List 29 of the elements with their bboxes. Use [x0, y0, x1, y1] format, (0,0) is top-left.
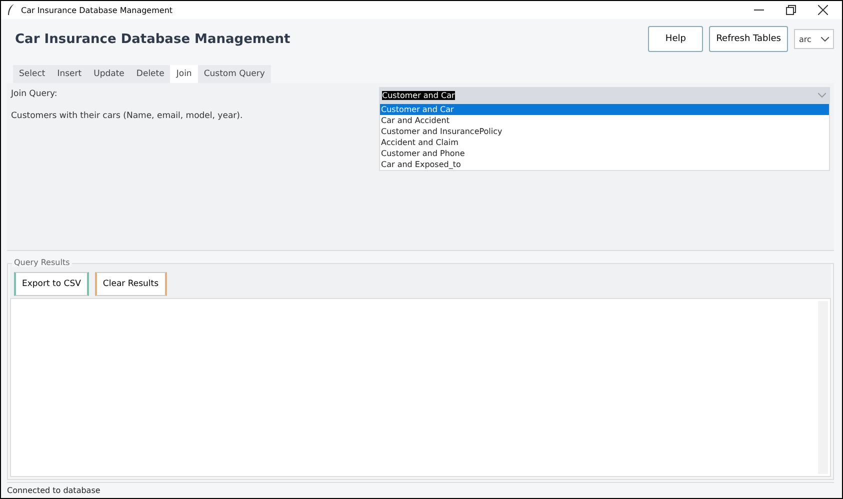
feather-icon — [7, 4, 15, 16]
dropdown-option[interactable]: Customer and Phone — [380, 148, 829, 159]
dropdown-option[interactable]: Car and Accident — [380, 115, 829, 126]
dropdown-option[interactable]: Accident and Claim — [380, 137, 829, 148]
tab[interactable]: Custom Query — [198, 65, 271, 83]
restore-icon[interactable] — [786, 5, 796, 15]
dropdown-option[interactable]: Customer and Car — [380, 104, 829, 115]
app-title: Car Insurance Database Management — [14, 32, 290, 46]
theme-select[interactable]: arc — [794, 29, 834, 49]
help-button[interactable]: Help — [648, 26, 704, 52]
tab[interactable]: Select — [13, 65, 52, 83]
export-csv-button[interactable]: Export to CSV — [14, 272, 89, 296]
clear-results-button[interactable]: Clear Results — [94, 272, 167, 296]
caret-icon — [818, 92, 826, 98]
join-query-label: Join Query: — [11, 89, 58, 99]
join-query-combobox[interactable]: Customer and Car — [379, 87, 830, 103]
status-bar: Connected to database — [7, 482, 834, 498]
window-title: Car Insurance Database Management — [21, 6, 173, 14]
query-description: Customers with their cars (Name, email, model, year). — [11, 111, 244, 121]
close-icon[interactable] — [818, 5, 828, 15]
results-frame-label: Query Results — [12, 258, 72, 267]
tab[interactable]: Insert — [51, 65, 88, 83]
tab[interactable]: Update — [88, 65, 130, 83]
caret-icon — [821, 36, 829, 42]
dropdown-option[interactable]: Customer and InsurancePolicy — [380, 126, 829, 137]
dropdown-option[interactable]: Car and Exposed_to — [380, 159, 829, 170]
tab[interactable]: Join — [170, 65, 198, 83]
tab[interactable]: Delete — [130, 65, 170, 83]
refresh-button[interactable]: Refresh Tables — [709, 26, 788, 52]
